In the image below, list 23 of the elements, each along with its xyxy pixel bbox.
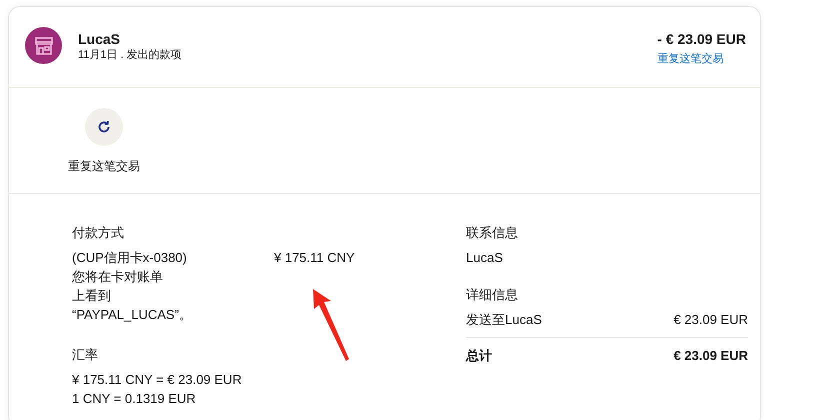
contact-name: LucaS xyxy=(466,248,504,266)
arrow-drawing xyxy=(313,289,349,361)
detail-label: 发送至LucaS xyxy=(466,310,542,328)
statement-note: 您将在卡对账单 上看到 “PAYPAL_LUCAS”。 xyxy=(72,268,193,324)
card-name: (CUP信用卡x-0380) xyxy=(72,248,188,266)
merchant-name: LucaS xyxy=(78,30,122,48)
section-heading: 详细信息 xyxy=(466,286,519,304)
action-label: 重复这笔交易 xyxy=(67,158,141,174)
charged-amount: ¥ 175.11 CNY xyxy=(274,248,355,266)
store-icon xyxy=(25,27,62,64)
detail-amount: € 23.09 EUR xyxy=(674,310,748,328)
detail-amount: € 23.09 EUR xyxy=(674,346,748,364)
section-heading: 付款方式 xyxy=(72,224,125,242)
refresh-icon xyxy=(97,120,111,134)
repeat-button[interactable] xyxy=(85,108,123,146)
transaction-subtitle: 11月1日 . 发出的款项 xyxy=(78,48,183,63)
section-heading: 联系信息 xyxy=(466,224,519,242)
exchange-rate: 1 CNY = 0.1319 EUR xyxy=(72,390,197,408)
section-heading: 汇率 xyxy=(72,346,99,364)
detail-label: 总计 xyxy=(466,346,492,364)
repeat-link[interactable]: 重复这笔交易 xyxy=(657,52,724,67)
transaction-amount: - € 23.09 EUR xyxy=(657,30,746,48)
exchange-rate: ¥ 175.11 CNY = € 23.09 EUR xyxy=(72,370,243,388)
